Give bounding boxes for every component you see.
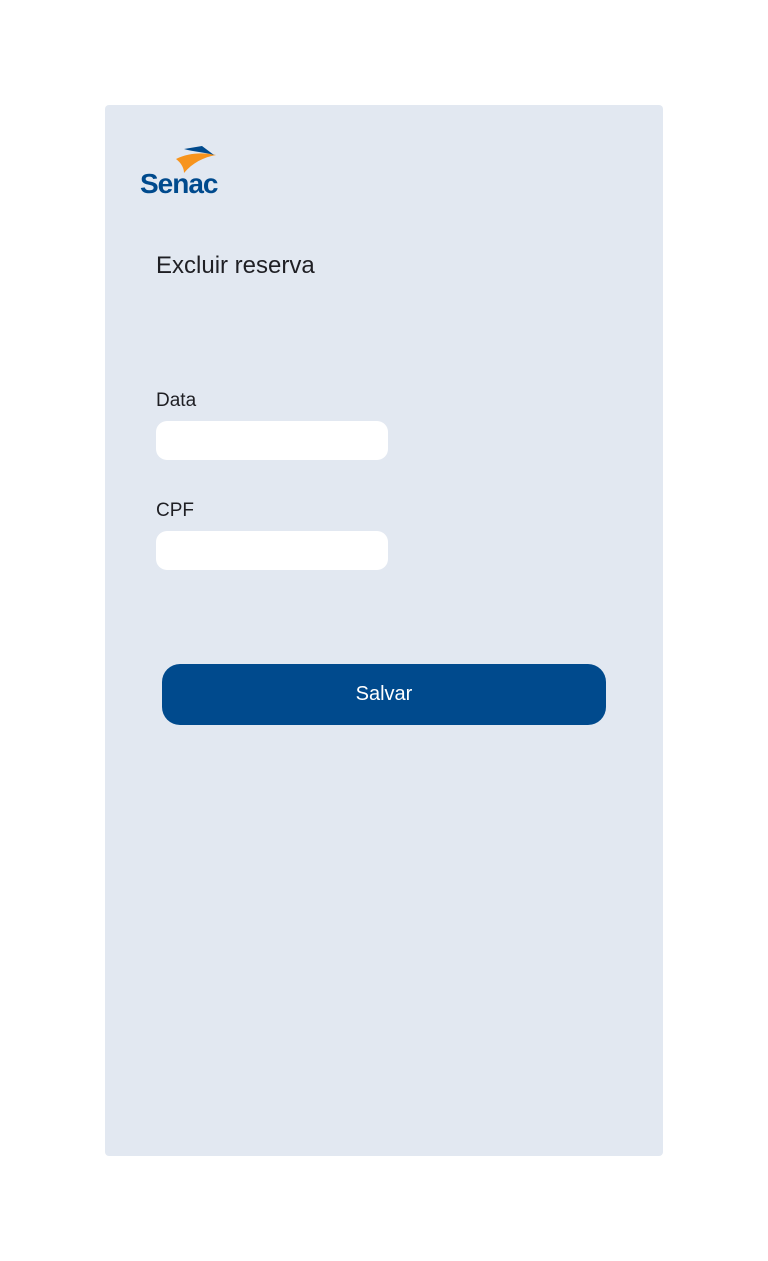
date-label: Data [156,390,197,411]
svg-text:Senac: Senac [140,168,218,199]
save-button[interactable]: Salvar [162,664,606,725]
cpf-input[interactable] [156,531,388,570]
form-card: Senac Excluir reserva Data CPF Salvar [105,105,663,1156]
cpf-label: CPF [156,500,194,521]
date-input[interactable] [156,421,388,460]
page-title: Excluir reserva [156,252,315,279]
senac-logo: Senac [140,143,226,199]
